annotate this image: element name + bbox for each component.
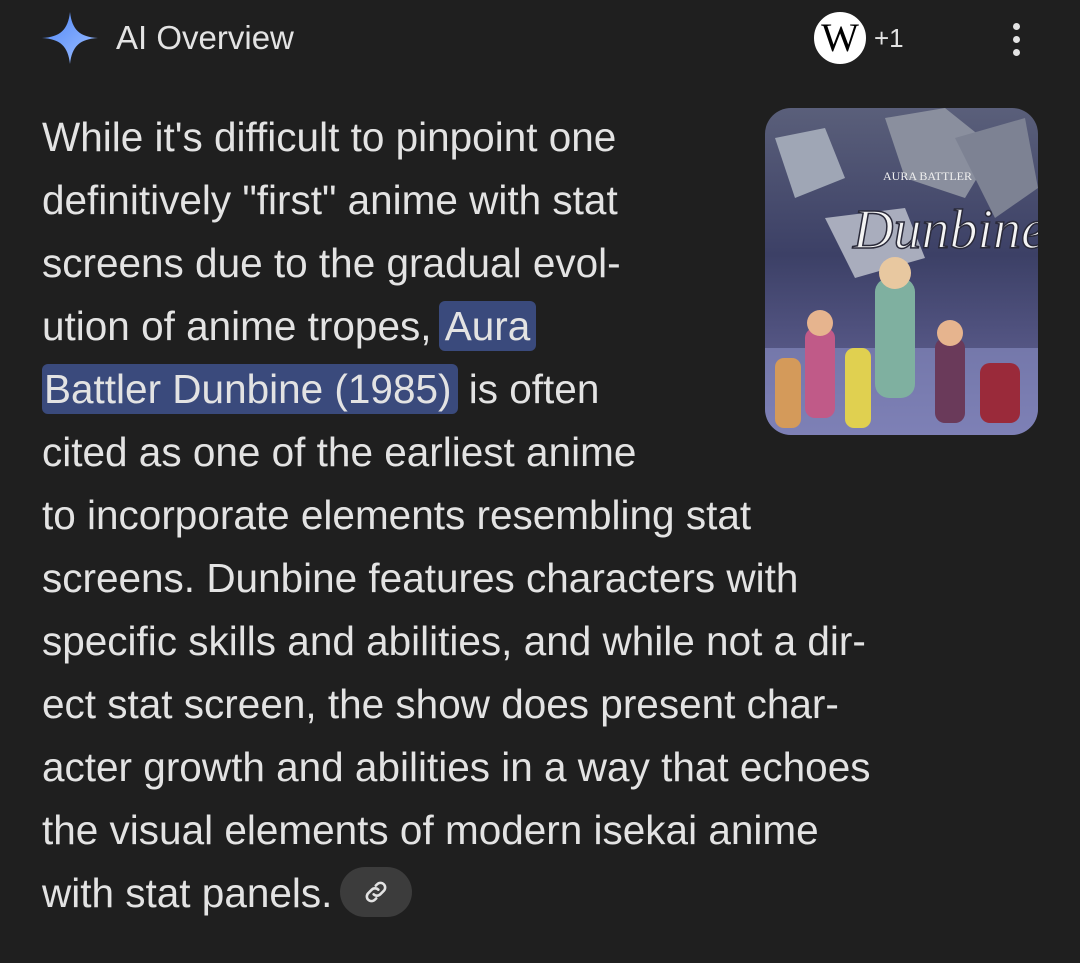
body-line: acter growth and abilities in a way that… [42, 744, 871, 790]
body-line: with stat panels. [42, 862, 1042, 925]
body-line-text: ution of anime tropes, [42, 303, 443, 349]
body-line: definitively "first" anime with stat [42, 177, 618, 223]
overview-body: While it's difficult to pinpoint one def… [42, 106, 1042, 925]
body-line-text: with stat panels. [42, 870, 333, 916]
link-icon [366, 881, 387, 903]
body-line: While it's difficult to pinpoint one [42, 114, 617, 160]
wikipedia-icon: W [812, 10, 868, 66]
body-line: screens. Dunbine features characters wit… [42, 555, 799, 601]
sources-button[interactable]: W +1 [812, 10, 904, 66]
source-link-chip[interactable] [340, 867, 413, 918]
more-vert-icon [1012, 22, 1020, 30]
source-count: +1 [874, 22, 904, 53]
body-line-text: is often [468, 366, 600, 412]
body-line: to incorporate elements resembling stat [42, 492, 752, 538]
body-line: screens due to the gradual evol- [42, 240, 621, 286]
body-line: ution of anime tropes, Aura [42, 295, 1042, 358]
body-line: ect stat screen, the show does present c… [42, 681, 839, 727]
ai-overview-header: AI Overview W +1 [0, 0, 1080, 80]
body-line: specific skills and abilities, and while… [42, 618, 866, 664]
more-options-button[interactable] [996, 14, 1036, 64]
highlighted-link-aura[interactable]: Aura [438, 301, 537, 351]
ai-overview-title: AI Overview [116, 19, 294, 56]
body-line: the visual elements of modern isekai ani… [42, 807, 819, 853]
body-line: cited as one of the earliest anime [42, 429, 637, 475]
body-line: Battler Dunbine (1985) is often [42, 358, 1042, 421]
sparkle-icon [42, 12, 98, 64]
highlighted-link-battler-dunbine[interactable]: Battler Dunbine (1985) [42, 364, 458, 414]
